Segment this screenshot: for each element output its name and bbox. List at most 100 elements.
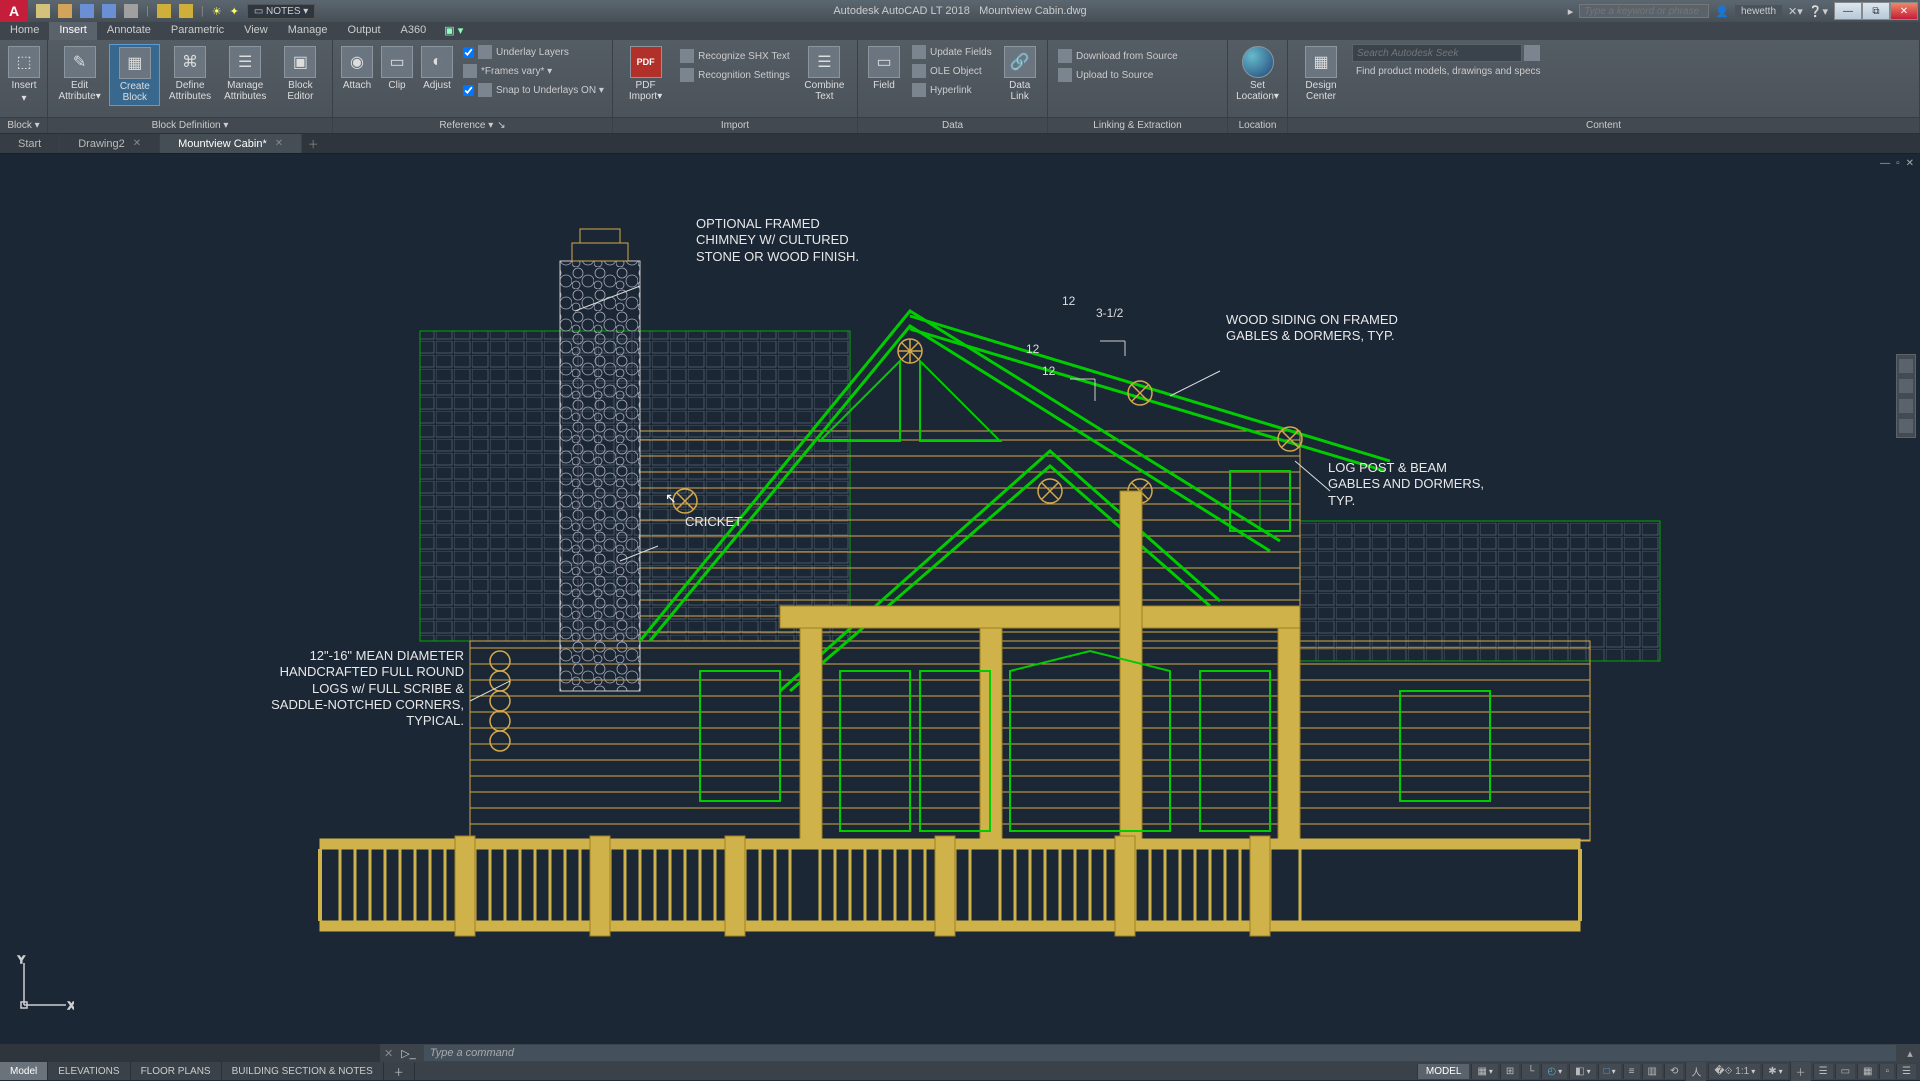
- panel-reference-title[interactable]: Reference ▾ ↘: [333, 117, 612, 133]
- set-location-button[interactable]: SetLocation▾: [1234, 44, 1281, 104]
- user-name[interactable]: hewetth: [1735, 5, 1782, 18]
- status-osnap-icon[interactable]: □▾: [1598, 1064, 1621, 1079]
- status-gear-icon[interactable]: ✱▾: [1762, 1064, 1787, 1079]
- status-ws-icon[interactable]: ☰: [1813, 1064, 1833, 1079]
- status-monitor-icon[interactable]: ▭: [1835, 1064, 1855, 1079]
- navigation-bar[interactable]: [1896, 354, 1916, 438]
- drawing-canvas[interactable]: — ▫ ✕: [0, 154, 1920, 1044]
- adjust-button[interactable]: ◐Adjust: [419, 44, 455, 93]
- status-scale[interactable]: �⟐ 1:1▾: [1708, 1064, 1760, 1079]
- help-icon[interactable]: ❔▾: [1809, 5, 1828, 18]
- keyword-search-input[interactable]: [1579, 4, 1709, 18]
- command-history[interactable]: [0, 1044, 380, 1062]
- infocenter-icon[interactable]: ▸: [1568, 5, 1574, 18]
- command-recent-icon[interactable]: ▴: [1900, 1047, 1920, 1060]
- viewport-close-icon[interactable]: ✕: [1906, 158, 1914, 169]
- status-iso-icon[interactable]: ◧▾: [1569, 1064, 1595, 1079]
- close-icon[interactable]: ✕: [275, 138, 283, 149]
- status-snap-icon[interactable]: ⊞: [1500, 1064, 1519, 1079]
- minimize-button[interactable]: —: [1834, 2, 1862, 20]
- command-input[interactable]: Type a command: [424, 1045, 1896, 1061]
- plot-icon[interactable]: [124, 4, 138, 18]
- layer-icon[interactable]: ☀: [212, 5, 222, 18]
- upload-source-button[interactable]: Upload to Source: [1054, 67, 1182, 83]
- app-logo[interactable]: A: [0, 0, 28, 22]
- tab-output[interactable]: Output: [338, 22, 391, 40]
- command-close-icon[interactable]: ✕: [380, 1047, 397, 1060]
- download-source-button[interactable]: Download from Source: [1054, 48, 1182, 64]
- recognition-settings-button[interactable]: Recognition Settings: [676, 67, 794, 83]
- block-editor-button[interactable]: ▣BlockEditor: [275, 44, 326, 104]
- status-clean-icon[interactable]: ▫: [1879, 1064, 1894, 1079]
- new-icon[interactable]: [36, 4, 50, 18]
- nav-fullnav-icon[interactable]: [1899, 359, 1913, 373]
- layout-add-button[interactable]: ＋: [384, 1062, 415, 1080]
- seek-input[interactable]: [1352, 44, 1522, 62]
- field-button[interactable]: ▭Field: [864, 44, 904, 93]
- layout-tab-floorplans[interactable]: FLOOR PLANS: [131, 1062, 222, 1080]
- redo-icon[interactable]: [179, 4, 193, 18]
- tab-parametric[interactable]: Parametric: [161, 22, 234, 40]
- signin-icon[interactable]: 👤: [1715, 5, 1729, 18]
- nav-pan-icon[interactable]: [1899, 379, 1913, 393]
- tab-a360[interactable]: A360: [391, 22, 437, 40]
- seek-go-icon[interactable]: [1524, 45, 1540, 61]
- saveas-icon[interactable]: [102, 4, 116, 18]
- ole-object-button[interactable]: OLE Object: [908, 63, 996, 79]
- new-tab-button[interactable]: ＋: [302, 134, 324, 153]
- close-icon[interactable]: ✕: [133, 138, 141, 149]
- insert-block-button[interactable]: ⬚ Insert▾: [6, 44, 42, 106]
- layout-tab-building[interactable]: BUILDING SECTION & NOTES: [222, 1062, 384, 1080]
- edit-attribute-button[interactable]: ✎EditAttribute▾: [54, 44, 105, 104]
- tab-annotate[interactable]: Annotate: [97, 22, 161, 40]
- status-grid-icon[interactable]: ▦▾: [1471, 1064, 1497, 1079]
- status-model[interactable]: MODEL: [1417, 1064, 1470, 1079]
- tab-view[interactable]: View: [234, 22, 278, 40]
- file-tab-drawing2[interactable]: Drawing2✕: [60, 134, 160, 153]
- status-customize-icon[interactable]: ☰: [1896, 1064, 1916, 1079]
- file-tab-start[interactable]: Start: [0, 134, 60, 153]
- combine-text-button[interactable]: ☰CombineText: [798, 44, 851, 104]
- panel-blockdef-title[interactable]: Block Definition ▾: [48, 117, 332, 133]
- data-link-button[interactable]: 🔗DataLink: [1000, 44, 1040, 104]
- status-ortho-icon[interactable]: └: [1521, 1064, 1539, 1079]
- status-annoscale-icon[interactable]: 人: [1685, 1062, 1706, 1081]
- layout-tab-elevations[interactable]: ELEVATIONS: [48, 1062, 130, 1080]
- frames-vary-combo[interactable]: *Frames vary* ▾: [459, 63, 608, 79]
- close-button[interactable]: ✕: [1890, 2, 1918, 20]
- tab-extra[interactable]: ▣ ▾: [436, 22, 471, 40]
- panel-block-title[interactable]: Block ▾: [0, 117, 47, 133]
- open-icon[interactable]: [58, 4, 72, 18]
- nav-orbit-icon[interactable]: [1899, 419, 1913, 433]
- tab-home[interactable]: Home: [0, 22, 49, 40]
- hyperlink-button[interactable]: Hyperlink: [908, 82, 996, 98]
- undo-icon[interactable]: [157, 4, 171, 18]
- manage-attributes-button[interactable]: ☰ManageAttributes: [220, 44, 271, 104]
- snap-underlays-check[interactable]: Snap to Underlays ON ▾: [459, 82, 608, 98]
- maximize-button[interactable]: ⧉: [1862, 2, 1890, 20]
- tab-manage[interactable]: Manage: [278, 22, 338, 40]
- design-center-button[interactable]: ▦DesignCenter: [1294, 44, 1348, 104]
- create-block-button[interactable]: ▦CreateBlock: [109, 44, 160, 106]
- attach-button[interactable]: ◉Attach: [339, 44, 375, 93]
- underlay-layers-check[interactable]: Underlay Layers: [459, 44, 608, 60]
- status-lwt-icon[interactable]: ≡: [1623, 1064, 1640, 1079]
- layout-tab-model[interactable]: Model: [0, 1062, 48, 1080]
- status-transparency-icon[interactable]: ▥: [1642, 1064, 1662, 1079]
- status-polar-icon[interactable]: ◴▾: [1541, 1064, 1567, 1079]
- nav-zoom-icon[interactable]: [1899, 399, 1913, 413]
- tab-insert[interactable]: Insert: [49, 22, 97, 40]
- layer-combo[interactable]: ▭ NOTES ▾: [247, 4, 316, 19]
- exchange-icon[interactable]: ✕▾: [1788, 5, 1803, 18]
- viewport-minimize-icon[interactable]: —: [1880, 158, 1890, 169]
- status-plus-icon[interactable]: ＋: [1790, 1062, 1811, 1081]
- define-attributes-button[interactable]: ⌘DefineAttributes: [164, 44, 215, 104]
- status-cycle-icon[interactable]: ⟲: [1664, 1064, 1683, 1079]
- clip-button[interactable]: ▭Clip: [379, 44, 415, 93]
- pdf-import-button[interactable]: PDFPDFImport▾: [619, 44, 672, 104]
- save-icon[interactable]: [80, 4, 94, 18]
- recognize-shx-button[interactable]: Recognize SHX Text: [676, 48, 794, 64]
- update-fields-button[interactable]: Update Fields: [908, 44, 996, 60]
- status-units-icon[interactable]: ▦: [1857, 1064, 1877, 1079]
- file-tab-mountview[interactable]: Mountview Cabin*✕: [160, 134, 302, 153]
